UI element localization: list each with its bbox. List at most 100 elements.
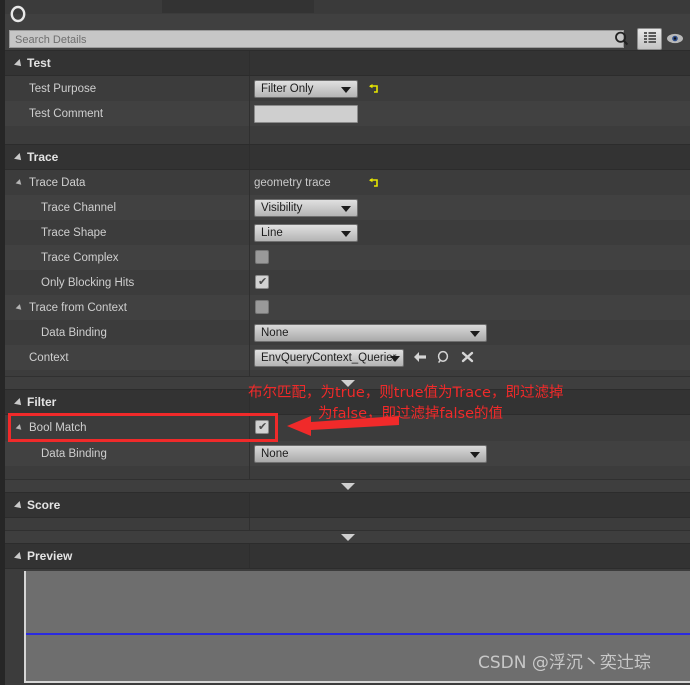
section-header-test[interactable]: Test <box>5 50 690 76</box>
row-trace-data-binding[interactable]: Data Binding None <box>5 320 690 345</box>
section-score-left: Score <box>5 493 250 517</box>
test-comment-input[interactable] <box>254 105 358 123</box>
row-label: Context <box>29 351 69 364</box>
filter-data-binding-value: None <box>261 448 289 460</box>
trace-from-context-checkbox[interactable] <box>255 300 269 314</box>
section-filter-left: Filter <box>5 390 250 414</box>
expand-triangle-icon[interactable] <box>15 303 24 312</box>
chevron-down-icon <box>470 331 480 337</box>
eye-icon[interactable] <box>666 31 684 46</box>
reset-to-default-icon[interactable] <box>368 176 379 188</box>
chevron-down-icon <box>341 231 351 237</box>
row-trace-shape-right: Line <box>250 220 690 245</box>
row-test-comment-left: Test Comment <box>5 101 250 126</box>
chevron-down-icon <box>470 452 480 458</box>
chevron-down-icon <box>340 534 355 541</box>
section-header-trace[interactable]: Trace <box>5 144 690 170</box>
row-trace-complex-left: Trace Complex <box>5 245 250 270</box>
row-context[interactable]: Context EnvQueryContext_Querier <box>5 345 690 370</box>
row-label: Trace Complex <box>41 251 119 264</box>
row-test-comment[interactable]: Test Comment <box>5 101 690 126</box>
only-blocking-hits-checkbox[interactable]: ✔ <box>255 275 269 289</box>
trace-shape-dropdown[interactable]: Line <box>254 224 358 242</box>
trace-data-binding-dropdown[interactable]: None <box>254 324 487 342</box>
expand-triangle-icon <box>14 398 24 408</box>
expand-triangle-icon <box>14 501 24 511</box>
row-trace-shape-left: Trace Shape <box>5 220 250 245</box>
row-label: Data Binding <box>41 326 107 339</box>
row-test-filler <box>5 126 690 144</box>
section-trace-right <box>250 145 690 169</box>
collapse-bar-score[interactable] <box>5 530 690 544</box>
preview-baseline <box>26 633 690 635</box>
row-test-comment-right <box>250 101 690 126</box>
row-score-filler-left <box>5 518 250 530</box>
tab-strip-active-region[interactable] <box>162 0 314 13</box>
row-label: Trace from Context <box>29 301 127 314</box>
tab-strip-region[interactable] <box>314 0 690 13</box>
row-trace-channel-left: Trace Channel <box>5 195 250 220</box>
row-trace-channel[interactable]: Trace Channel Visibility <box>5 195 690 220</box>
row-score-filler-right <box>250 518 690 530</box>
row-label: Trace Shape <box>41 226 107 239</box>
annotation-highlight-box <box>8 413 278 442</box>
trace-complex-checkbox[interactable] <box>255 250 269 264</box>
row-context-right: EnvQueryContext_Querier <box>250 345 690 370</box>
section-preview-right <box>250 544 690 568</box>
trace-channel-dropdown[interactable]: Visibility <box>254 199 358 217</box>
row-test-filler-right <box>250 126 690 144</box>
test-purpose-dropdown[interactable]: Filter Only <box>254 80 358 98</box>
panel-title-bar <box>0 14 690 28</box>
filter-data-binding-dropdown[interactable]: None <box>254 445 487 463</box>
row-only-blocking-hits-left: Only Blocking Hits <box>5 270 250 295</box>
expand-triangle-icon <box>14 552 24 562</box>
row-only-blocking-hits[interactable]: Only Blocking Hits ✔ <box>5 270 690 295</box>
trace-data-binding-value: None <box>261 327 289 339</box>
test-purpose-value: Filter Only <box>261 83 314 95</box>
row-label: Trace Channel <box>41 201 117 214</box>
collapse-bar-filter[interactable] <box>5 479 690 493</box>
row-filter-filler-right <box>250 466 690 479</box>
chevron-down-icon <box>341 206 351 212</box>
section-title-test: Test <box>27 56 51 70</box>
section-header-score[interactable]: Score <box>5 492 690 518</box>
close-x-icon[interactable] <box>460 350 476 366</box>
circle-icon <box>9 5 27 23</box>
expand-triangle-icon[interactable] <box>15 178 24 187</box>
row-trace-data-left: Trace Data <box>5 170 250 195</box>
trace-shape-value: Line <box>261 227 283 239</box>
section-title-preview: Preview <box>27 549 73 563</box>
trace-data-value: geometry trace <box>254 177 331 189</box>
section-title-trace: Trace <box>27 150 59 164</box>
row-filter-data-binding-left: Data Binding <box>5 441 250 466</box>
left-arrow-icon[interactable] <box>412 350 428 366</box>
row-trace-shape[interactable]: Trace Shape Line <box>5 220 690 245</box>
annotation-line-2: 为false，即过滤掉false的值 <box>318 406 503 422</box>
row-trace-data[interactable]: Trace Data geometry trace <box>5 170 690 195</box>
search-input[interactable]: Search Details <box>9 30 624 48</box>
row-trace-complex[interactable]: Trace Complex <box>5 245 690 270</box>
row-test-purpose-left: Test Purpose <box>5 76 250 101</box>
row-trace-data-right: geometry trace <box>250 170 690 195</box>
row-label: Trace Data <box>29 176 86 189</box>
section-header-preview[interactable]: Preview <box>5 543 690 569</box>
row-context-left: Context <box>5 345 250 370</box>
row-test-purpose[interactable]: Test Purpose Filter Only <box>5 76 690 101</box>
annotation-line-1: 布尔匹配，为true，则true值为Trace，即过滤掉 <box>248 385 564 401</box>
chevron-down-icon <box>390 356 400 362</box>
row-trace-complex-right <box>250 245 690 270</box>
row-test-purpose-right: Filter Only <box>250 76 690 101</box>
search-icon[interactable] <box>613 30 631 48</box>
row-label: Test Purpose <box>29 82 97 95</box>
row-label: Only Blocking Hits <box>41 276 135 289</box>
context-dropdown[interactable]: EnvQueryContext_Querier <box>254 349 404 367</box>
checkmark-icon: ✔ <box>258 276 268 288</box>
window-tab-strip <box>0 0 690 14</box>
details-content: Test Test Purpose Filter Only Test Comme… <box>5 50 690 685</box>
grid-view-icon <box>644 32 656 45</box>
row-trace-data-binding-left: Data Binding <box>5 320 250 345</box>
reset-to-default-icon[interactable] <box>368 82 379 94</box>
row-only-blocking-hits-right: ✔ <box>250 270 690 295</box>
browse-magnifier-icon[interactable] <box>436 350 452 366</box>
row-trace-from-context[interactable]: Trace from Context <box>5 295 690 320</box>
